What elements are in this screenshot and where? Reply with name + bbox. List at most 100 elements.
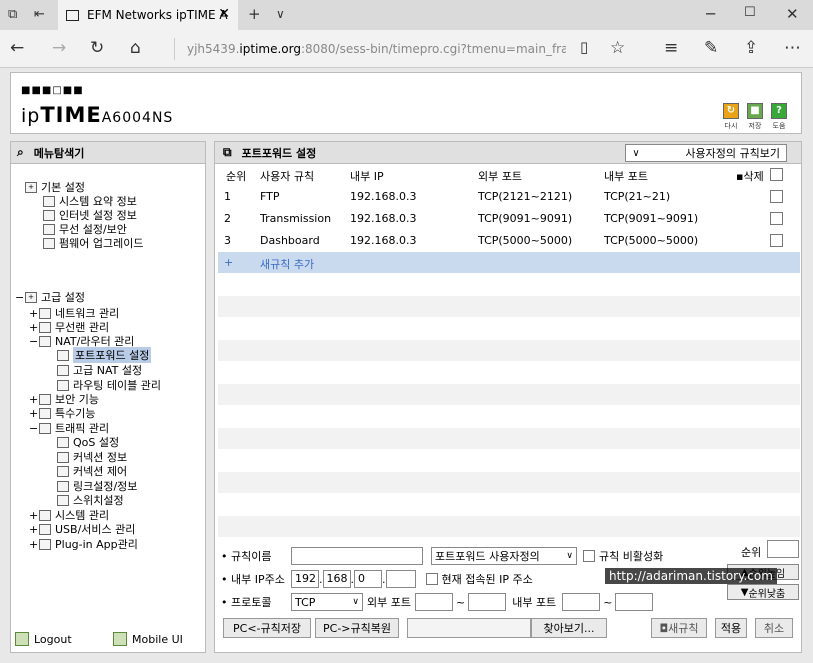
add-rule-row[interactable]: + 새규칙 추가 — [218, 252, 800, 274]
empty-row — [218, 362, 800, 384]
tree-firmware-upgrade[interactable]: 펌웨어 업그레이드 — [43, 236, 143, 250]
tree-system-management[interactable]: + 시스템 관리 — [29, 508, 109, 523]
share-icon[interactable]: ⇪ — [744, 38, 758, 58]
table-row[interactable]: 1 FTP 192.168.0.3 TCP(2121~2121) TCP(21~… — [218, 186, 800, 208]
search-icon: ⌕ — [17, 145, 24, 159]
apply-button[interactable]: 적용 — [715, 618, 747, 638]
chevron-down-icon[interactable]: ∨ — [276, 7, 285, 21]
tree-advanced-nat[interactable]: 고급 NAT 설정 — [57, 363, 142, 377]
tab-aside-icon[interactable]: ⇤ — [34, 7, 45, 22]
new-tab-icon[interactable]: + — [248, 5, 261, 23]
select-all-checkbox[interactable] — [770, 168, 783, 181]
favorite-star-icon[interactable]: ☆ — [610, 38, 625, 58]
logo-dots: ■■■□■■ — [21, 85, 84, 96]
ip-octet-1[interactable]: 192 — [291, 570, 319, 588]
help-button[interactable]: ? 도움 — [769, 103, 789, 131]
router-page: ■■■□■■ ipTIMEA6004NS ↻ 다시 ■ 저장 ? 도움 ⌕ 메뉴… — [0, 69, 813, 663]
tree-usb-service[interactable]: + USB/서비스 관리 — [29, 522, 135, 537]
refresh-icon[interactable]: ↻ — [90, 38, 104, 58]
menu-explorer-title: 메뉴탐색기 — [33, 146, 85, 160]
expand-icon: + — [29, 406, 39, 420]
tree-wireless-settings[interactable]: 무선 설정/보안 — [43, 222, 127, 236]
mobile-ui-link[interactable]: Mobile UI — [113, 632, 183, 646]
ip-octet-4[interactable] — [385, 570, 416, 588]
chevron-down-icon: ∨ — [352, 597, 359, 607]
tree-internet-settings[interactable]: 인터넷 설정 정보 — [43, 208, 137, 222]
tree-plugin-app[interactable]: + Plug-in App관리 — [29, 537, 138, 552]
tree-connection-info[interactable]: 커넥션 정보 — [57, 450, 127, 464]
disable-rule-checkbox[interactable] — [583, 550, 595, 562]
save-button[interactable]: ■ 저장 — [745, 103, 765, 131]
cancel-button[interactable]: 취소 — [755, 618, 793, 638]
ip-octet-3[interactable]: 0 — [354, 570, 382, 588]
browse-button[interactable]: 찾아보기... — [531, 618, 607, 638]
url-field[interactable]: yjh5439.iptime.org:8080/sess-bin/timepro… — [174, 38, 566, 60]
tree-system-summary[interactable]: 시스템 요약 정보 — [43, 194, 137, 208]
back-icon[interactable]: ← — [10, 38, 24, 58]
tree-security[interactable]: + 보안 기능 — [29, 392, 99, 407]
tree-qos[interactable]: QoS 설정 — [57, 435, 119, 449]
rule-view-select[interactable]: ∨ 사용자정의 규칙보기 — [625, 144, 787, 162]
tree-nat-router[interactable]: − NAT/라우터 관리 — [29, 334, 134, 349]
current-ip-checkbox[interactable] — [425, 573, 438, 585]
close-window-icon[interactable]: ✕ — [786, 5, 799, 23]
ext-port-end[interactable] — [468, 593, 507, 611]
forward-icon[interactable]: → — [52, 38, 66, 58]
new-rule-button[interactable]: ◘ 새규칙 — [651, 618, 707, 638]
internal-ip-row: • 내부 IP주소 192. 168. 0. 현재 접속된 IP 주소 — [221, 570, 533, 588]
int-port-end[interactable] — [615, 593, 654, 611]
delete-checkbox[interactable] — [770, 234, 783, 247]
empty-row — [218, 318, 800, 340]
rank-input[interactable] — [767, 540, 799, 558]
tree-connection-control[interactable]: 커넥션 제어 — [57, 464, 127, 478]
traffic-icon — [39, 422, 51, 434]
minimize-icon[interactable]: ─ — [706, 5, 715, 23]
tree-traffic[interactable]: − 트래픽 관리 — [29, 421, 109, 436]
page-icon — [57, 494, 69, 506]
ip-octet-2[interactable]: 168 — [322, 570, 351, 588]
collapse-icon: − — [29, 334, 39, 348]
panel-title: 포트포워드 설정 — [241, 146, 317, 160]
tree-port-forward[interactable]: 포트포워드 설정 — [57, 347, 152, 363]
pc-restore-button[interactable]: PC->규칙복원 — [315, 618, 399, 638]
delete-column-header: ▪삭제 — [736, 170, 764, 183]
tree-switch-settings[interactable]: 스위치설정 — [57, 493, 124, 507]
pc-save-button[interactable]: PC<-규칙저장 — [223, 618, 311, 638]
logout-link[interactable]: Logout — [15, 632, 72, 646]
help-icon: ? — [771, 103, 787, 119]
tree-network-management[interactable]: + 네트워크 관리 — [29, 306, 119, 321]
int-port-start[interactable] — [562, 593, 601, 611]
tree-link-settings[interactable]: 링크설정/정보 — [57, 479, 137, 493]
empty-row — [218, 274, 800, 296]
delete-checkbox[interactable] — [770, 190, 783, 203]
table-row[interactable]: 3 Dashboard 192.168.0.3 TCP(5000~5000) T… — [218, 230, 800, 252]
tree-basic-settings[interactable]: + 기본 설정 — [25, 180, 85, 194]
tree-wlan-management[interactable]: + 무선랜 관리 — [29, 320, 109, 335]
rule-table: 순위 사용자 규칙 내부 IP 외부 포트 내부 포트 ▪삭제 1 FTP 19… — [218, 164, 800, 538]
home-icon[interactable]: ⌂ — [130, 38, 141, 58]
tree-special-functions[interactable]: + 특수기능 — [29, 406, 95, 421]
logo: ipTIMEA6004NS — [21, 103, 174, 127]
rule-name-input[interactable] — [291, 547, 423, 565]
page-icon — [57, 364, 69, 376]
file-path-field[interactable] — [407, 618, 531, 638]
refresh-button[interactable]: ↻ 다시 — [721, 103, 741, 131]
table-row[interactable]: 2 Transmission 192.168.0.3 TCP(9091~9091… — [218, 208, 800, 230]
page-icon — [57, 465, 69, 477]
pen-icon[interactable]: ✎ — [704, 38, 718, 58]
protocol-select[interactable]: TCP ∨ — [291, 593, 363, 611]
ext-port-start[interactable] — [414, 593, 453, 611]
tab-manager-icon[interactable]: ⧉ — [8, 7, 17, 22]
close-tab-icon[interactable]: ✕ — [218, 6, 230, 22]
tree-advanced-settings[interactable]: − + 고급 설정 — [15, 290, 85, 305]
delete-checkbox[interactable] — [770, 212, 783, 225]
hub-icon[interactable]: ≡ — [664, 38, 678, 58]
more-icon[interactable]: ⋯ — [784, 38, 801, 58]
page-icon — [57, 436, 69, 448]
tree-routing-table[interactable]: 라우팅 테이블 관리 — [57, 378, 161, 392]
rule-type-select[interactable]: 포트포워드 사용자정의 ∨ — [431, 547, 577, 565]
rank-down-button[interactable]: ▼ 순위낮춤 — [727, 584, 799, 600]
reading-view-icon[interactable]: ▯ — [580, 38, 588, 56]
maximize-icon[interactable]: ☐ — [744, 5, 756, 20]
browser-tab[interactable]: EFM Networks ipTIME A ✕ — [58, 0, 238, 30]
